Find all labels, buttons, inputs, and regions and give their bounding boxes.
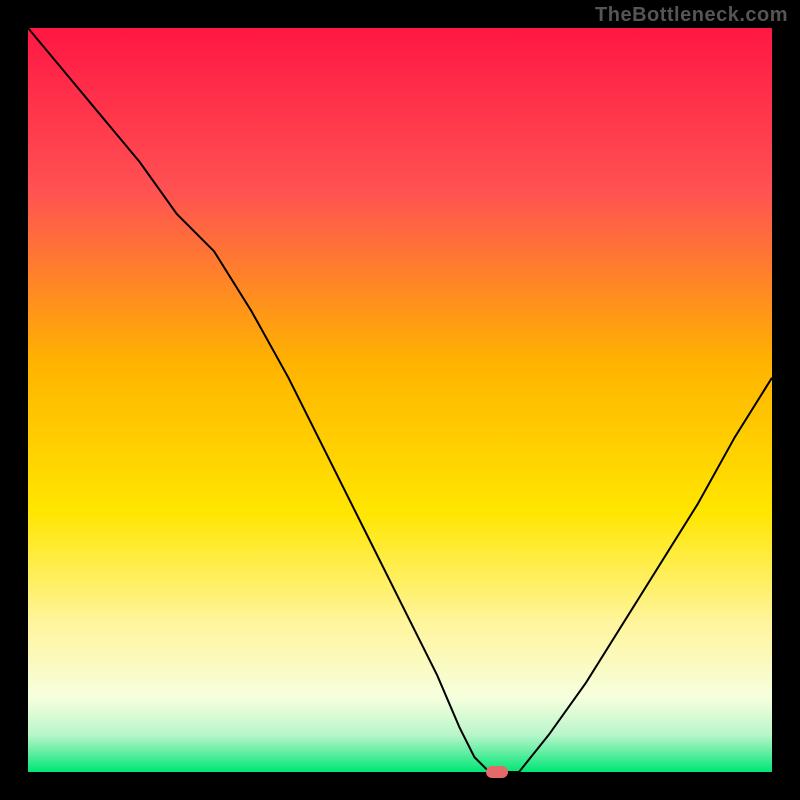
plot-area xyxy=(28,28,772,772)
chart-svg xyxy=(28,28,772,772)
optimal-point-marker xyxy=(486,766,508,778)
chart-frame: TheBottleneck.com xyxy=(0,0,800,800)
watermark-text: TheBottleneck.com xyxy=(595,4,788,27)
gradient-background xyxy=(28,28,772,772)
